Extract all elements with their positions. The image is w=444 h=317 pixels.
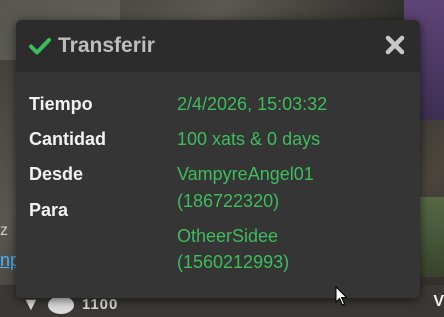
mouse-cursor-icon bbox=[335, 286, 348, 306]
transfer-dialog: Transferir Tiempo 2/4/2026, 15:03:32 Can… bbox=[16, 20, 420, 298]
row-value: VampyreAngel01 bbox=[177, 164, 314, 184]
detail-row-time: Tiempo 2/4/2026, 15:03:32 bbox=[29, 94, 327, 115]
status-code: 1100 bbox=[81, 296, 119, 313]
row-label: Para bbox=[29, 200, 69, 220]
row-label: Cantidad bbox=[29, 129, 107, 149]
dialog-body: Tiempo 2/4/2026, 15:03:32 Cantidad 100 x… bbox=[16, 72, 420, 272]
row-label: Desde bbox=[29, 164, 84, 184]
row-value: 100 xats & 0 days bbox=[177, 129, 321, 149]
row-value: OtheerSidee bbox=[177, 226, 279, 246]
dialog-title: Transferir bbox=[58, 34, 155, 57]
background-text: z bbox=[0, 222, 8, 239]
detail-row-from: Desde VampyreAngel01 (186722320) bbox=[29, 164, 314, 211]
chat-bubble-icon[interactable] bbox=[47, 295, 74, 314]
dialog-header: Transferir bbox=[16, 20, 420, 72]
row-value: 2/4/2026, 15:03:32 bbox=[177, 94, 328, 114]
close-icon[interactable] bbox=[384, 34, 406, 56]
detail-row-to: Para bbox=[29, 200, 68, 221]
background-text: V bbox=[433, 293, 444, 310]
detail-row-amount: Cantidad 100 xats & 0 days bbox=[29, 129, 320, 150]
row-value-id: (1560212993) bbox=[177, 252, 290, 272]
row-label: Tiempo bbox=[29, 94, 93, 114]
check-icon bbox=[29, 38, 51, 55]
row-value-id: (186722320) bbox=[177, 191, 280, 211]
